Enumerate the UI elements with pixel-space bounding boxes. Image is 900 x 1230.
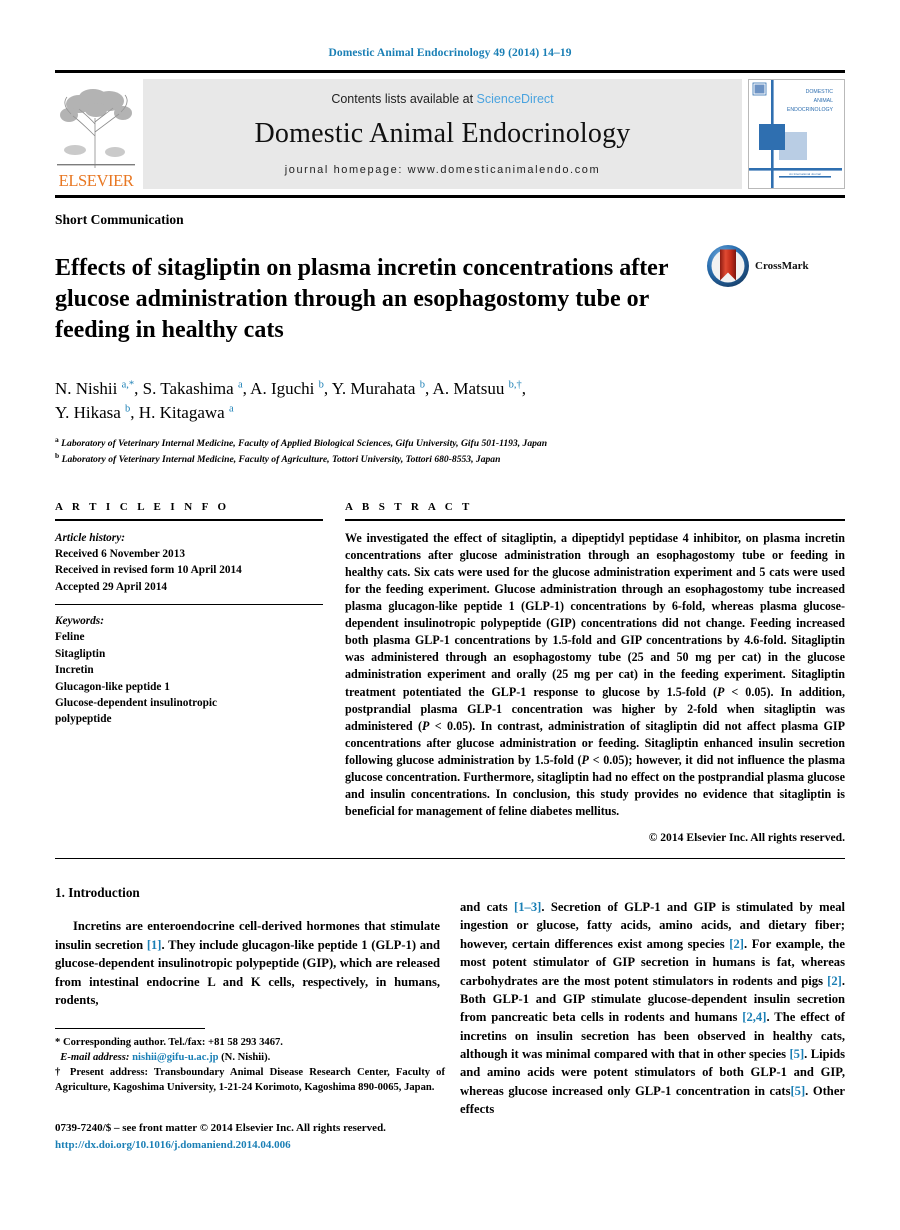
journal-band: Contents lists available at ScienceDirec…: [143, 79, 742, 189]
crossmark-badge[interactable]: CrossMark: [705, 243, 815, 289]
citation-ref[interactable]: [5]: [790, 1084, 805, 1098]
citation-ref[interactable]: [2,4]: [742, 1010, 766, 1024]
history-received: Received 6 November 2013: [55, 547, 185, 560]
author-separator: ,: [521, 378, 526, 398]
author-sup: a,*: [121, 379, 135, 391]
affiliation-text: Laboratory of Veterinary Internal Medici…: [61, 453, 501, 465]
crossmark-icon[interactable]: [705, 243, 751, 289]
author-name: , H. Kitagawa: [130, 403, 229, 423]
footnotes-block: * Corresponding author. Tel./fax: +81 58…: [55, 1028, 445, 1095]
abstract-rule: [345, 518, 845, 521]
citation-ref[interactable]: [1–3]: [514, 900, 541, 914]
footnote-present-address: † Present address: Transboundary Animal …: [55, 1067, 445, 1094]
author-name: Y. Hikasa: [55, 403, 126, 423]
author-name: , S. Takashima: [134, 378, 238, 398]
contents-prefix: Contents lists available at: [331, 92, 477, 106]
author-name: , A. Matsuu: [424, 378, 509, 398]
email-label: E-mail address:: [60, 1052, 130, 1064]
keyword-item: Feline: [55, 631, 85, 644]
abstract-seg: We investigated the effect of sitaglipti…: [345, 530, 845, 699]
elsevier-tree-icon: [57, 88, 135, 168]
footnote-corresponding-author: * Corresponding author. Tel./fax: +81 58…: [55, 1035, 445, 1065]
author-line-2: Y. Hikasa b, H. Kitagawa a: [55, 403, 234, 422]
journal-masthead: ELSEVIER Contents lists available at Sci…: [55, 79, 845, 189]
elsevier-logo: ELSEVIER: [55, 79, 137, 189]
affiliation-b: b Laboratory of Veterinary Internal Medi…: [55, 451, 845, 467]
article-info-heading: A R T I C L E I N F O: [55, 500, 230, 513]
affiliations: a Laboratory of Veterinary Internal Medi…: [55, 435, 845, 467]
svg-text:ENDOCRINOLOGY: ENDOCRINOLOGY: [787, 107, 834, 113]
intro-paragraph-right: and cats [1–3]. Secretion of GLP-1 and G…: [460, 898, 845, 1119]
footnote-corresponding-text: * Corresponding author. Tel./fax: +81 58…: [55, 1037, 283, 1048]
issn-line: 0739-7240/$ – see front matter © 2014 El…: [55, 1122, 386, 1134]
sciencedirect-link[interactable]: ScienceDirect: [477, 92, 554, 106]
running-head: Domestic Animal Endocrinology 49 (2014) …: [328, 47, 572, 59]
doi-link[interactable]: http://dx.doi.org/10.1016/j.domaniend.20…: [55, 1137, 455, 1154]
footnote-rule: [55, 1028, 205, 1029]
contents-available-line: Contents lists available at ScienceDirec…: [331, 92, 553, 106]
keyword-item: Sitagliptin: [55, 647, 106, 660]
citation-ref[interactable]: [1]: [147, 938, 162, 952]
citation-ref[interactable]: [2]: [729, 937, 744, 951]
citation-ref[interactable]: [5]: [789, 1047, 804, 1061]
affiliation-mark: a: [55, 435, 59, 444]
section-heading-introduction: 1. Introduction: [55, 885, 140, 901]
journal-cover-art: DOMESTIC ANIMAL ENDOCRINOLOGY An Interna…: [749, 80, 842, 188]
article-type: Short Communication: [55, 212, 184, 227]
abstract-copyright: © 2014 Elsevier Inc. All rights reserved…: [648, 831, 845, 845]
author-name: , A. Iguchi: [242, 378, 319, 398]
author-sup: a: [228, 403, 234, 415]
article-history-label: Article history:: [55, 531, 125, 544]
p-value-italic: P: [581, 753, 589, 768]
journal-title: Domestic Animal Endocrinology: [254, 118, 631, 149]
abstract-text: We investigated the effect of sitaglipti…: [345, 530, 845, 821]
paper-page: Domestic Animal Endocrinology 49 (2014) …: [0, 0, 900, 1230]
keyword-item: Incretin: [55, 664, 94, 677]
keyword-item: Glucagon-like peptide 1: [55, 680, 170, 693]
journal-cover-thumbnail: DOMESTIC ANIMAL ENDOCRINOLOGY An Interna…: [748, 79, 845, 189]
svg-text:DOMESTIC: DOMESTIC: [806, 89, 834, 95]
affiliation-mark: b: [55, 450, 60, 460]
author-list: N. Nishii a,*, S. Takashima a , A. Iguchi…: [55, 377, 755, 426]
masthead-top-rule: [55, 70, 845, 73]
info-abstract-block: A R T I C L E I N F O Article history: R…: [55, 500, 845, 845]
article-info-column: A R T I C L E I N F O Article history: R…: [55, 501, 323, 845]
keywords-label: Keywords:: [55, 615, 104, 628]
keywords-rule: [55, 604, 323, 606]
keyword-item: Glucose-dependent insulinotropic: [55, 696, 218, 709]
history-revised: Received in revised form 10 April 2014: [55, 564, 242, 577]
svg-text:An International Journal: An International Journal: [789, 172, 821, 176]
email-suffix: (N. Nishii).: [218, 1052, 271, 1064]
keyword-item: polypeptide: [55, 713, 112, 726]
body-column-right: and cats [1–3]. Secretion of GLP-1 and G…: [460, 885, 845, 1131]
abstract-heading: A B S T R A C T: [345, 500, 473, 513]
article-info-rule: [55, 518, 323, 521]
abstract-bottom-rule: [55, 858, 845, 860]
author-name: , Y. Murahata: [323, 378, 420, 398]
svg-text:ANIMAL: ANIMAL: [814, 98, 833, 104]
issn-block: 0739-7240/$ – see front matter © 2014 El…: [55, 1120, 455, 1153]
email-link[interactable]: nishii@gifu-u.ac.jp: [132, 1052, 218, 1063]
page-title: Effects of sitagliptin on plasma increti…: [55, 255, 669, 344]
history-accepted: Accepted 29 April 2014: [55, 580, 168, 593]
elsevier-wordmark: ELSEVIER: [58, 170, 134, 190]
crossmark-label: CrossMark: [755, 260, 809, 272]
citation-ref[interactable]: [2]: [827, 974, 842, 988]
author-line-1: N. Nishii a,*, S. Takashima a, A. Iguchi…: [55, 379, 526, 398]
author-sup: b,†: [508, 379, 522, 391]
journal-homepage[interactable]: journal homepage: www.domesticanimalendo…: [285, 164, 601, 176]
affiliation-text: Laboratory of Veterinary Internal Medici…: [61, 438, 548, 450]
masthead-bottom-rule: [55, 195, 845, 198]
intro-paragraph-left: Incretins are enteroendocrine cell-deriv…: [55, 917, 440, 1009]
affiliation-a: a Laboratory of Veterinary Internal Medi…: [55, 435, 845, 451]
intro-seg: and cats: [460, 900, 515, 915]
abstract-column: A B S T R A C T We investigated the effe…: [345, 500, 845, 845]
author-name: N. Nishii: [55, 378, 122, 398]
title-row: Effects of sitagliptin on plasma increti…: [55, 237, 845, 363]
